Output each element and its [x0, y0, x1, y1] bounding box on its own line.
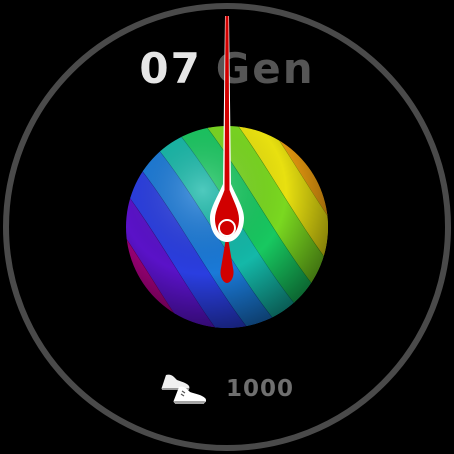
sneakers-icon: [161, 374, 207, 404]
steps-count: 1000: [226, 376, 295, 402]
date-month: Gen: [215, 44, 315, 93]
date-day: 07: [139, 44, 202, 93]
date-display: 07 Gen: [0, 40, 454, 98]
steps-complication[interactable]: 1000: [158, 366, 294, 412]
watch-face: 07 Gen 1000: [0, 0, 454, 454]
